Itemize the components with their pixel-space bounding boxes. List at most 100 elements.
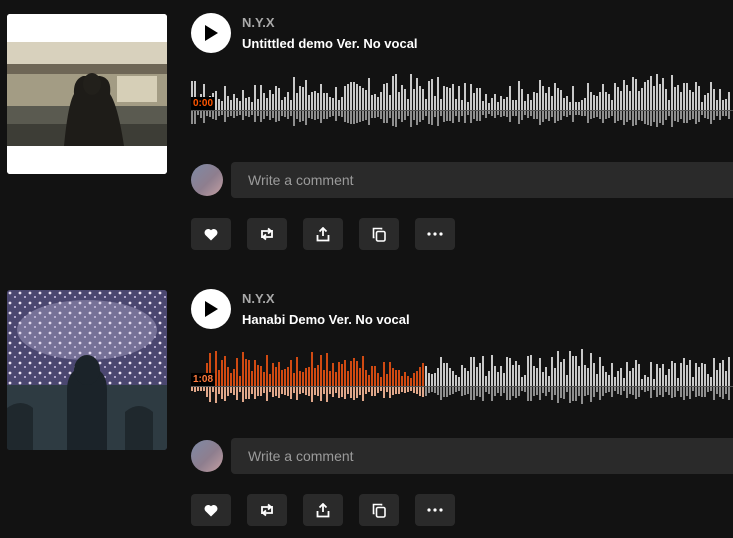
waveform-bar — [518, 365, 520, 386]
waveform-bar — [623, 378, 625, 386]
waveform-bar-reflection — [320, 387, 322, 401]
waveform-bar — [248, 360, 250, 386]
waveform-bar — [512, 100, 514, 110]
waveform-bar-reflection — [350, 387, 352, 398]
waveform-bar-reflection — [356, 387, 358, 398]
waveform-bar — [428, 81, 430, 110]
repost-button[interactable] — [247, 494, 287, 526]
waveform-bar-reflection — [605, 387, 607, 393]
waveform-bar-reflection — [284, 111, 286, 117]
waveform-bar-reflection — [335, 387, 337, 393]
waveform-bar-reflection — [659, 111, 661, 123]
comment-input[interactable] — [231, 438, 733, 474]
waveform-bar-reflection — [503, 111, 505, 116]
waveform-bar — [266, 98, 268, 110]
play-button[interactable] — [191, 289, 231, 329]
track-title[interactable]: Untittled demo Ver. No vocal — [242, 36, 418, 51]
waveform-bar — [362, 88, 364, 110]
waveform-bar — [566, 375, 568, 386]
waveform-bar — [416, 78, 418, 110]
waveform-bar — [401, 376, 403, 386]
waveform-bar-reflection — [683, 111, 685, 123]
waveform-bar — [491, 98, 493, 110]
more-button[interactable] — [415, 494, 455, 526]
repost-button[interactable] — [247, 218, 287, 250]
waveform-bar-reflection — [677, 387, 679, 391]
waveform-bar-reflection — [455, 387, 457, 392]
waveform-bar-reflection — [269, 111, 271, 120]
comment-input[interactable] — [231, 162, 733, 198]
waveform-bar — [665, 89, 667, 110]
waveform-bar-reflection — [596, 111, 598, 117]
waveform-bar — [431, 79, 433, 110]
waveform-bar-reflection — [677, 111, 679, 122]
copy-link-button[interactable] — [359, 494, 399, 526]
waveform-bar-reflection — [524, 111, 526, 115]
track-artwork[interactable] — [7, 290, 167, 450]
waveform-bar — [218, 370, 220, 386]
waveform-bar — [302, 372, 304, 386]
like-button[interactable] — [191, 218, 231, 250]
waveform-bar-reflection — [449, 111, 451, 121]
waveform-bar-reflection — [551, 387, 553, 400]
play-button[interactable] — [191, 13, 231, 53]
copy-link-button[interactable] — [359, 218, 399, 250]
waveform-bar — [257, 99, 259, 110]
waveform-bar-reflection — [614, 111, 616, 123]
waveform-bar-reflection — [236, 387, 238, 400]
share-button[interactable] — [303, 218, 343, 250]
waveform-bar-reflection — [227, 387, 229, 396]
waveform-bar — [368, 375, 370, 386]
track-artist[interactable]: N.Y.X — [242, 291, 275, 306]
waveform-bar-reflection — [386, 111, 388, 123]
waveform-bar — [527, 356, 529, 386]
waveform-bar-reflection — [311, 387, 313, 402]
waveform-bar — [218, 99, 220, 110]
waveform-bar — [380, 92, 382, 110]
waveform-bar-reflection — [680, 111, 682, 119]
waveform-bar — [554, 368, 556, 386]
waveform-bar-reflection — [302, 111, 304, 121]
copy-icon — [372, 503, 386, 518]
track-title[interactable]: Hanabi Demo Ver. No vocal — [242, 312, 410, 327]
waveform-bar-reflection — [716, 387, 718, 394]
waveform-bar — [260, 85, 262, 110]
waveform-bar-reflection — [725, 387, 727, 394]
waveform-bar — [656, 74, 658, 110]
waveform-bar-reflection — [401, 387, 403, 392]
repost-icon — [261, 503, 273, 517]
waveform-bar — [320, 84, 322, 110]
track-artwork[interactable] — [7, 14, 167, 174]
waveform-bar-reflection — [722, 387, 724, 399]
like-button[interactable] — [191, 494, 231, 526]
waveform-bar-reflection — [584, 387, 586, 396]
waveform-bar — [443, 86, 445, 110]
waveform-bar-reflection — [221, 111, 223, 115]
waveform-bar-reflection — [509, 111, 511, 122]
waveform-bar — [287, 367, 289, 386]
waveform-bar — [455, 99, 457, 110]
waveform-bar-reflection — [587, 387, 589, 395]
waveform-bar-reflection — [599, 387, 601, 400]
track-artist[interactable]: N.Y.X — [242, 15, 275, 30]
waveform-bar-reflection — [587, 111, 589, 123]
waveform-bar-reflection — [356, 111, 358, 123]
waveform-bar — [539, 358, 541, 386]
waveform-bar-reflection — [212, 387, 214, 392]
waveform-bar — [365, 90, 367, 110]
waveform[interactable] — [191, 342, 733, 408]
waveform-bar — [692, 377, 694, 386]
waveform-bar-reflection — [620, 387, 622, 395]
waveform-bar — [530, 355, 532, 386]
waveform[interactable] — [191, 66, 733, 132]
waveform-bar — [230, 100, 232, 110]
share-button[interactable] — [303, 494, 343, 526]
waveform-bar — [389, 362, 391, 386]
waveform-bar-reflection — [620, 111, 622, 120]
more-button[interactable] — [415, 218, 455, 250]
waveform-bar-reflection — [434, 111, 436, 117]
waveform-bar-reflection — [515, 111, 517, 116]
waveform-bar — [662, 364, 664, 386]
waveform-bar — [305, 80, 307, 110]
waveform-bar-reflection — [623, 111, 625, 125]
